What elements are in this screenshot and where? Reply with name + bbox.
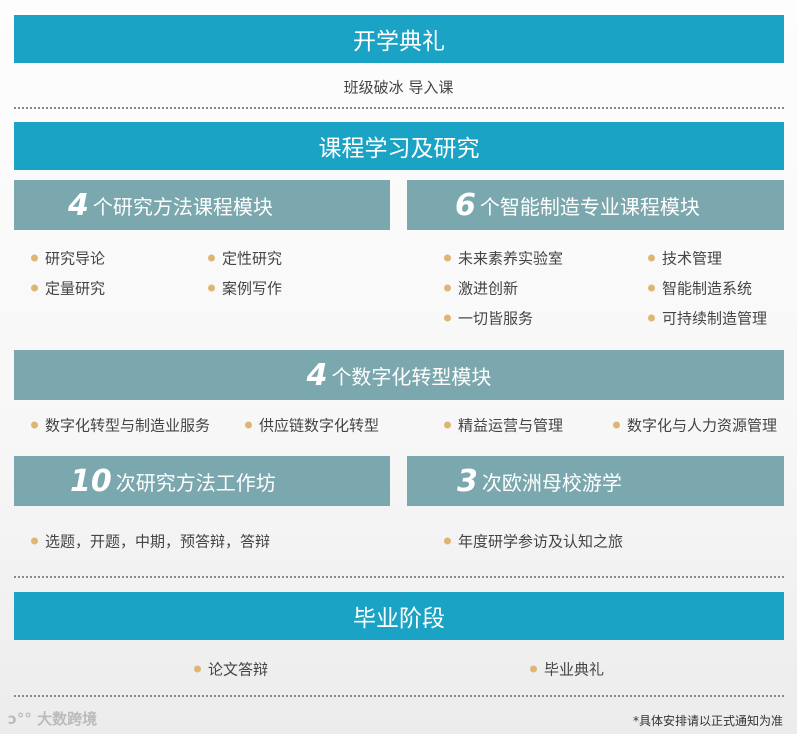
- bullet-icon: [31, 254, 38, 262]
- bullet-icon: [31, 537, 38, 545]
- bullet-icon: [648, 314, 655, 322]
- item-label: 论文答辩: [208, 660, 269, 679]
- list-item: 一切皆服务: [444, 308, 533, 329]
- bullet-icon: [530, 665, 537, 673]
- item-label: 数字化转型与制造业服务: [45, 416, 211, 435]
- module-title: 个智能制造专业课程模块: [479, 194, 700, 219]
- bullet-icon: [444, 314, 451, 322]
- europe-module-header: 3 次欧洲母校游学: [407, 456, 784, 506]
- item-label: 选题，开题，中期，预答辩，答辩: [45, 532, 271, 551]
- smart-module-header: 6 个智能制造专业课程模块: [407, 180, 784, 230]
- digital-module-header: 4 个数字化转型模块: [14, 350, 784, 400]
- list-item: 数字化转型与制造业服务: [31, 415, 210, 436]
- bullet-icon: [613, 421, 620, 429]
- logo-icon: ↄ°°: [8, 710, 38, 728]
- list-item: 技术管理: [648, 248, 722, 269]
- opening-header: 开学典礼: [14, 15, 784, 63]
- module-count: 10: [70, 463, 112, 499]
- item-label: 定量研究: [45, 279, 106, 298]
- module-title: 个数字化转型模块: [331, 364, 492, 389]
- list-item: 年度研学参访及认知之旅: [444, 531, 623, 552]
- module-title: 个研究方法课程模块: [92, 194, 273, 219]
- list-item: 供应链数字化转型: [245, 415, 379, 436]
- footnote: *具体安排请以正式通知为准: [632, 714, 783, 728]
- watermark-logo: ↄ°° 大数跨境: [8, 708, 97, 729]
- list-item: 数字化与人力资源管理: [613, 415, 777, 436]
- research-module-header: 4 个研究方法课程模块: [14, 180, 390, 230]
- module-count: 4: [68, 187, 89, 223]
- bullet-icon: [245, 421, 252, 429]
- item-label: 数字化与人力资源管理: [627, 416, 778, 435]
- item-label: 可持续制造管理: [662, 309, 768, 328]
- module-title: 次研究方法工作坊: [115, 470, 276, 495]
- opening-title: 开学典礼: [353, 29, 445, 55]
- module-title: 次欧洲母校游学: [481, 470, 622, 495]
- list-item: 研究导论: [31, 248, 105, 269]
- item-label: 研究导论: [45, 249, 106, 268]
- list-item: 可持续制造管理: [648, 308, 767, 329]
- item-label: 精益运营与管理: [458, 416, 564, 435]
- list-item: 定量研究: [31, 278, 105, 299]
- list-item: 案例写作: [208, 278, 282, 299]
- item-label: 供应链数字化转型: [259, 416, 380, 435]
- list-item: 选题，开题，中期，预答辩，答辩: [31, 531, 270, 552]
- bullet-icon: [648, 284, 655, 292]
- item-label: 未来素养实验室: [458, 249, 564, 268]
- bullet-icon: [444, 284, 451, 292]
- bullet-icon: [31, 421, 38, 429]
- graduation-title: 毕业阶段: [353, 606, 445, 632]
- divider: [14, 695, 784, 697]
- workshop-module-header: 10 次研究方法工作坊: [14, 456, 390, 506]
- item-label: 年度研学参访及认知之旅: [458, 532, 624, 551]
- bullet-icon: [444, 254, 451, 262]
- list-item: 智能制造系统: [648, 278, 752, 299]
- item-label: 智能制造系统: [662, 279, 753, 298]
- item-label: 一切皆服务: [458, 309, 534, 328]
- item-label: 毕业典礼: [544, 660, 605, 679]
- module-count: 6: [455, 187, 476, 223]
- list-item: 毕业典礼: [530, 659, 604, 680]
- bullet-icon: [648, 254, 655, 262]
- opening-item: 班级破冰 导入课: [343, 78, 454, 97]
- graduation-header: 毕业阶段: [14, 592, 784, 640]
- item-label: 激进创新: [458, 279, 519, 298]
- bullet-icon: [31, 284, 38, 292]
- list-item: 激进创新: [444, 278, 518, 299]
- list-item: 未来素养实验室: [444, 248, 563, 269]
- item-label: 技术管理: [662, 249, 723, 268]
- divider: [14, 107, 784, 109]
- study-header: 课程学习及研究: [14, 122, 784, 170]
- item-label: 案例写作: [222, 279, 283, 298]
- bullet-icon: [208, 284, 215, 292]
- bullet-icon: [444, 421, 451, 429]
- bullet-icon: [194, 665, 201, 673]
- module-count: 4: [306, 357, 328, 393]
- module-count: 3: [457, 463, 478, 499]
- bullet-icon: [208, 254, 215, 262]
- list-item: 论文答辩: [194, 659, 268, 680]
- study-title: 课程学习及研究: [318, 136, 480, 162]
- item-label: 定性研究: [222, 249, 283, 268]
- list-item: 精益运营与管理: [444, 415, 563, 436]
- bullet-icon: [444, 537, 451, 545]
- divider: [14, 576, 784, 578]
- logo-text: 大数跨境: [37, 710, 98, 728]
- list-item: 定性研究: [208, 248, 282, 269]
